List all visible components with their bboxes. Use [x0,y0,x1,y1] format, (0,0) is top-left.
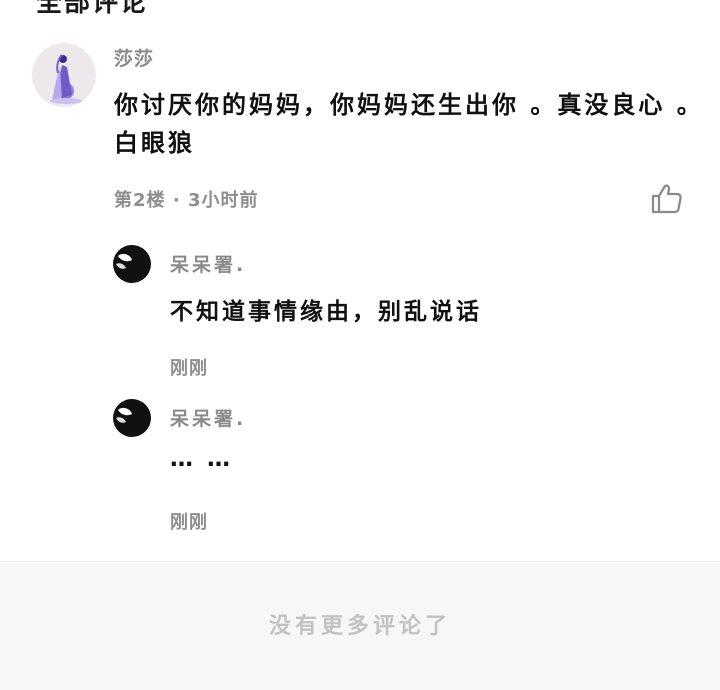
reply-time: 刚刚 [170,358,208,379]
reply-text: … … [170,446,234,472]
commenter-username[interactable]: 莎莎 [114,44,154,71]
like-button[interactable] [650,182,684,216]
reply-username[interactable]: 呆呆署. [170,250,246,277]
no-more-comments-text: 没有更多评论了 [268,614,451,639]
meta-separator: · [172,190,181,211]
comment-text: 你讨厌你的妈妈，你妈妈还生出你 。真没良心 。白眼狼 [114,91,704,157]
floor-number: 第2楼 [114,190,166,211]
reply-text: 不知道事情缘由，别乱说话 [170,299,482,325]
comment-meta: 第2楼 · 3小时前 [114,186,258,212]
thumbs-up-icon [651,184,682,214]
commenter-avatar[interactable] [32,43,96,107]
comment-time: 3小时前 [187,190,259,211]
section-title: 全部评论 [36,0,149,18]
reply-username[interactable]: 呆呆署. [170,404,246,431]
comments-footer: 没有更多评论了 [0,561,720,690]
comment-page: 全部评论 莎莎 你讨厌你的妈妈，你妈妈还生出你 。真没良心 。白眼狼 第2楼 ·… [0,0,720,690]
reply-time: 刚刚 [170,512,208,533]
reply-avatar[interactable] [112,398,152,438]
reply-avatar[interactable] [112,244,152,284]
